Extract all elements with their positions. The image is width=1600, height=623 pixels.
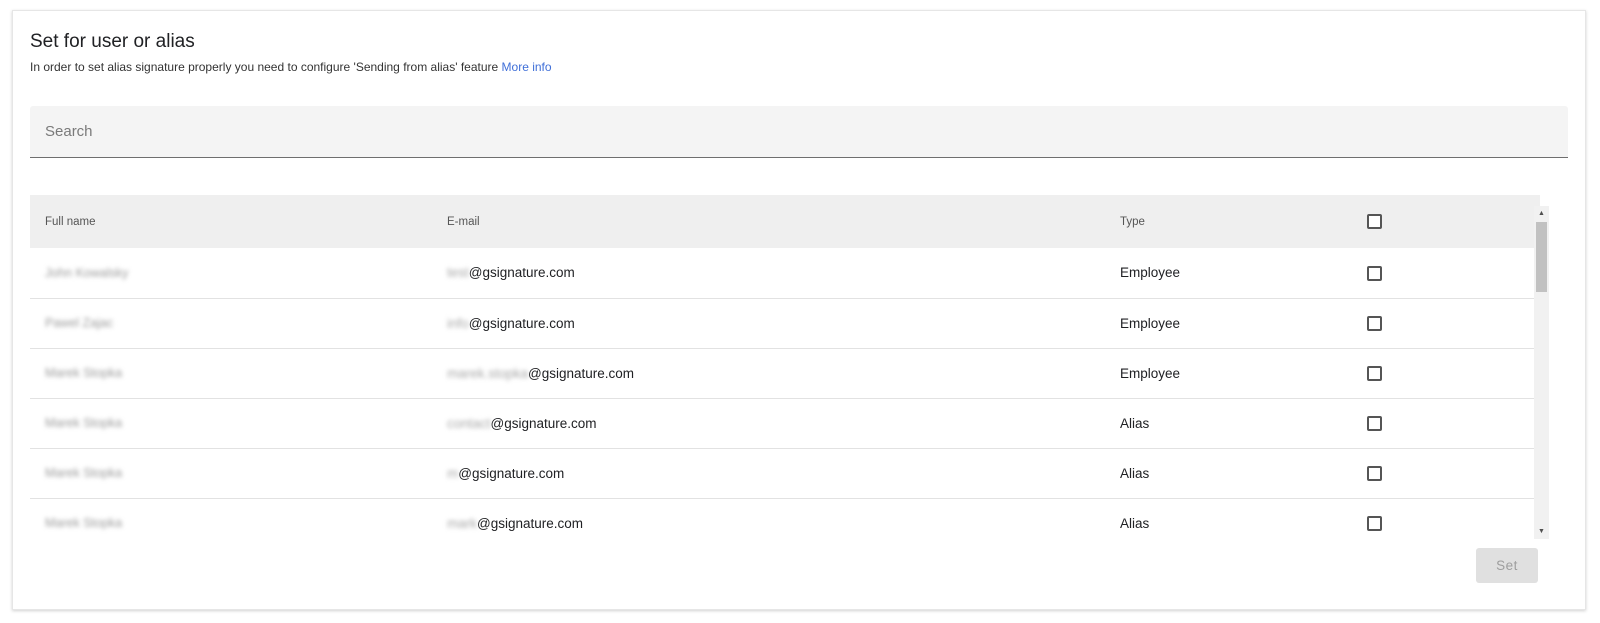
row-select-checkbox[interactable]	[1367, 265, 1382, 281]
row-type: Alias	[1120, 465, 1150, 481]
scroll-thumb[interactable]	[1536, 222, 1547, 292]
select-all-checkbox[interactable]	[1367, 214, 1382, 229]
scroll-up-arrow-icon[interactable]: ▲	[1534, 206, 1549, 221]
row-select-cell	[1352, 248, 1540, 298]
column-header-email: E-mail	[447, 215, 480, 228]
row-email-local-part: test	[447, 265, 469, 281]
table-row[interactable]: Marek Stopka contact@gsignature.com Alias	[30, 398, 1540, 448]
row-select-cell	[1352, 298, 1540, 348]
table-scrollbar[interactable]: ▲ ▼	[1534, 206, 1549, 539]
row-email: contact@gsignature.com	[432, 398, 1105, 448]
row-email-domain: @gsignature.com	[490, 415, 597, 431]
scroll-down-arrow-icon[interactable]: ▼	[1534, 524, 1549, 539]
row-select-cell	[1352, 398, 1540, 448]
row-email-domain: @gsignature.com	[477, 515, 584, 531]
row-email-domain: @gsignature.com	[468, 315, 575, 331]
row-select-checkbox[interactable]	[1367, 365, 1382, 381]
row-email: test@gsignature.com	[432, 248, 1105, 298]
table-body: John Kowalsky test@gsignature.com Employee…	[30, 248, 1540, 542]
row-select-checkbox[interactable]	[1367, 465, 1382, 481]
card-title: Set for user or alias	[30, 31, 195, 52]
row-full-name: Marek Stopka	[45, 466, 123, 480]
row-full-name: Marek Stopka	[45, 416, 123, 430]
row-select-checkbox[interactable]	[1367, 515, 1382, 531]
row-full-name: John Kowalsky	[45, 265, 129, 280]
row-email: marek.stopka@gsignature.com	[432, 348, 1105, 398]
users-table: Full name E-mail Type John Kowalsky test@…	[30, 195, 1540, 542]
row-select-cell	[1352, 498, 1540, 542]
row-email-local-part: contact	[447, 415, 491, 431]
row-type: Alias	[1120, 415, 1150, 431]
table-row[interactable]: Marek Stopka mark@gsignature.com Alias	[30, 498, 1540, 542]
row-select-cell	[1352, 448, 1540, 498]
row-email: m@gsignature.com	[432, 448, 1105, 498]
table-row[interactable]: Marek Stopka marek.stopka@gsignature.com E…	[30, 348, 1540, 398]
table-row[interactable]: John Kowalsky test@gsignature.com Employee	[30, 248, 1540, 298]
table-row[interactable]: Marek Stopka m@gsignature.com Alias	[30, 448, 1540, 498]
set-button[interactable]: Set	[1476, 548, 1538, 583]
table-header-row: Full name E-mail Type	[30, 195, 1540, 248]
row-type: Alias	[1120, 515, 1150, 531]
row-email: info@gsignature.com	[432, 298, 1105, 348]
row-email-domain: @gsignature.com	[458, 465, 565, 481]
row-select-cell	[1352, 348, 1540, 398]
row-email: mark@gsignature.com	[432, 498, 1105, 542]
column-header-full-name: Full name	[45, 215, 96, 228]
column-header-type: Type	[1120, 215, 1145, 228]
row-email-local-part: m	[447, 465, 459, 481]
row-full-name: Pawel Zajac	[45, 316, 114, 330]
subtitle-text: In order to set alias signature properly…	[30, 60, 499, 74]
search-input[interactable]	[30, 106, 1568, 158]
row-full-name: Marek Stopka	[45, 366, 123, 380]
row-full-name: Marek Stopka	[45, 516, 123, 530]
row-type: Employee	[1120, 315, 1181, 331]
column-header-select	[1352, 195, 1540, 248]
row-select-checkbox[interactable]	[1367, 315, 1382, 331]
row-email-local-part: info	[447, 315, 469, 331]
row-email-domain: @gsignature.com	[528, 365, 635, 381]
set-signature-card: Set for user or alias In order to set al…	[12, 10, 1586, 610]
more-info-link[interactable]: More info	[502, 60, 552, 74]
row-email-domain: @gsignature.com	[468, 265, 575, 281]
row-type: Employee	[1120, 265, 1181, 281]
card-subtitle: In order to set alias signature properly…	[30, 60, 552, 74]
row-email-local-part: mark	[447, 515, 477, 531]
users-table-container: Full name E-mail Type John Kowalsky test@…	[30, 195, 1568, 542]
row-type: Employee	[1120, 365, 1181, 381]
row-select-checkbox[interactable]	[1367, 415, 1382, 431]
table-row[interactable]: Pawel Zajac info@gsignature.com Employee	[30, 298, 1540, 348]
row-email-local-part: marek.stopka	[447, 365, 529, 381]
